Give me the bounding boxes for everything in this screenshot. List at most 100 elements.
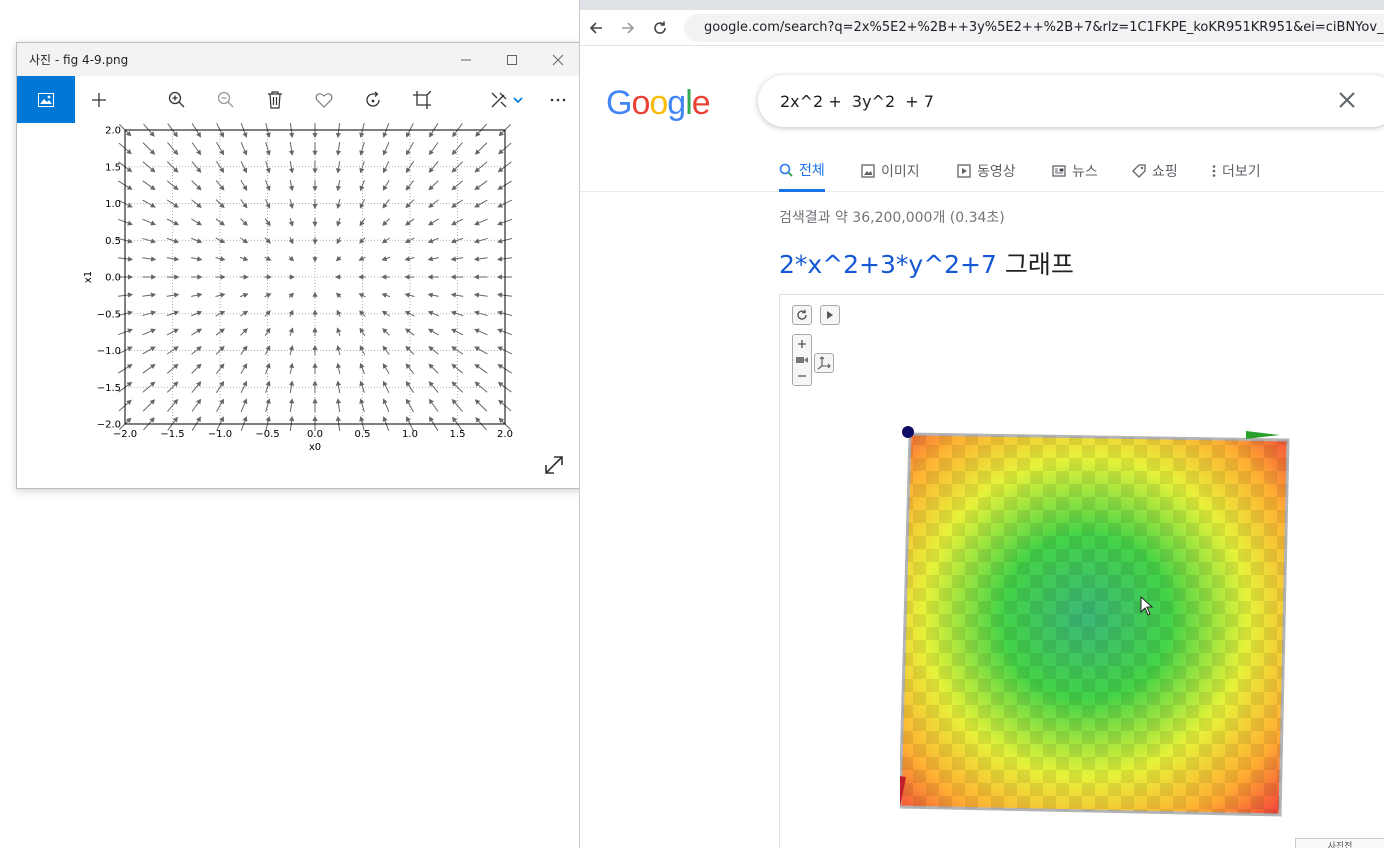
gradient-arrow <box>359 198 366 209</box>
gradient-arrow <box>428 161 439 173</box>
forward-button[interactable] <box>612 10 644 46</box>
gradient-arrow <box>142 237 157 244</box>
gradient-arrow <box>404 274 415 280</box>
gradient-arrow <box>312 362 318 374</box>
gradient-arrow <box>142 180 156 191</box>
gradient-arrow <box>312 199 318 210</box>
gradient-arrow <box>288 141 295 156</box>
gradient-arrow <box>404 256 415 262</box>
gradient-arrow <box>142 292 157 298</box>
gradient-arrow <box>142 199 156 208</box>
gradient-arrow <box>428 142 439 156</box>
zoom-out-icon <box>217 91 234 107</box>
back-button[interactable] <box>580 10 612 46</box>
image-icon <box>38 92 54 107</box>
minimize-button[interactable] <box>443 43 489 76</box>
tab-more[interactable]: 더보기 <box>1212 150 1261 192</box>
gradient-arrow <box>358 274 366 280</box>
y-tick-label: 1.0 <box>105 199 121 210</box>
gradient-arrow <box>265 362 271 375</box>
close-button[interactable] <box>535 43 581 76</box>
y-tick-label: 1.5 <box>105 162 121 173</box>
tab-news[interactable]: 뉴스 <box>1052 150 1098 192</box>
favorite-button[interactable] <box>301 76 347 123</box>
surface-plot[interactable] <box>900 419 1340 848</box>
expand-icon[interactable] <box>543 454 565 476</box>
browser-tabstrip[interactable] <box>580 0 1384 10</box>
tab-videos[interactable]: 동영상 <box>957 150 1016 192</box>
clear-search-icon[interactable] <box>1336 89 1358 111</box>
gradient-arrow <box>240 141 248 156</box>
gradient-arrow <box>427 256 439 262</box>
google-logo[interactable]: Google <box>606 84 711 123</box>
gradient-arrow <box>215 292 226 298</box>
search-input[interactable]: 2x^2 + 3y^2 + 7 <box>758 75 1384 127</box>
more-button[interactable] <box>535 76 581 123</box>
x-tick-label: −1.5 <box>160 429 184 440</box>
maximize-button[interactable] <box>489 43 535 76</box>
gradient-arrow <box>312 309 318 317</box>
gradient-arrow <box>166 180 179 191</box>
gradient-arrow <box>191 218 203 226</box>
result-stats: 검색결과 약 36,200,000개 (0.34초) <box>779 210 1005 226</box>
camera-icon[interactable] <box>796 356 808 364</box>
gradient-arrow <box>359 362 365 375</box>
x-tick-labels: −2.0 −1.5 −1.0 −0.5 0.0 0.5 1.0 1.5 2.0 <box>113 429 513 440</box>
edit-create-button[interactable] <box>479 76 535 123</box>
gradient-arrow <box>264 218 271 227</box>
delete-button[interactable] <box>252 76 298 123</box>
gradient-arrow <box>166 256 180 262</box>
gradient-arrow <box>215 199 225 209</box>
tab-shopping[interactable]: 쇼핑 <box>1132 150 1178 192</box>
minimize-icon <box>461 59 471 60</box>
plus-icon <box>92 92 106 107</box>
more-icon <box>550 98 566 101</box>
gradient-arrow <box>359 345 366 356</box>
search-icon <box>779 163 793 177</box>
crop-button[interactable] <box>399 76 445 123</box>
gradient-arrow <box>405 345 415 355</box>
gradient-arrow <box>142 346 156 355</box>
gradient-arrow <box>215 161 225 174</box>
graph-widget[interactable]: 사진전 <box>779 294 1384 848</box>
play-icon <box>827 311 833 319</box>
gradient-arrow <box>312 161 318 174</box>
plus-icon[interactable] <box>797 339 807 349</box>
gradient-arrow <box>166 274 180 280</box>
x-tick-label: 0.0 <box>307 429 323 440</box>
gradient-arrow <box>142 310 157 317</box>
tab-images[interactable]: 이미지 <box>861 150 920 192</box>
gradient-arrow <box>381 292 391 298</box>
rotate-button[interactable] <box>350 76 396 123</box>
arrow-right-icon <box>622 21 635 34</box>
view-all-button[interactable] <box>17 76 75 123</box>
gradient-arrow <box>215 256 226 262</box>
url-field[interactable]: google.com/search?q=2x%5E2+%2B++3y%5E2++… <box>684 13 1384 42</box>
gradient-arrow <box>215 274 226 280</box>
reset-graph-button[interactable] <box>792 305 812 325</box>
gradient-arrow <box>381 256 391 262</box>
gradient-arrow <box>191 346 202 355</box>
zoom-out-button[interactable] <box>203 76 249 123</box>
arrow-left-icon <box>589 21 602 34</box>
gradient-arrow <box>336 217 342 227</box>
zoom-in-button[interactable] <box>154 76 200 123</box>
minus-icon[interactable] <box>797 371 807 381</box>
add-button[interactable] <box>76 76 122 123</box>
gradient-arrow <box>191 274 203 280</box>
gradient-arrow <box>240 180 248 191</box>
tab-all[interactable]: 전체 <box>779 150 825 192</box>
gradient-arrow <box>264 310 271 317</box>
gradient-arrow <box>474 142 488 155</box>
gradient-arrow <box>359 218 366 227</box>
gradient-arrow <box>382 180 390 191</box>
share-tab[interactable]: 사진전 <box>1295 838 1384 848</box>
play-graph-button[interactable] <box>820 305 840 325</box>
y-tick-label: 0.5 <box>105 236 121 247</box>
axes-toggle-button[interactable] <box>814 353 834 373</box>
photos-titlebar[interactable]: 사진 - fig 4-9.png <box>17 43 581 76</box>
gradient-arrow <box>359 141 365 156</box>
reload-button[interactable] <box>644 10 676 46</box>
gradient-arrow <box>451 142 463 156</box>
gradient-arrow <box>240 328 248 336</box>
